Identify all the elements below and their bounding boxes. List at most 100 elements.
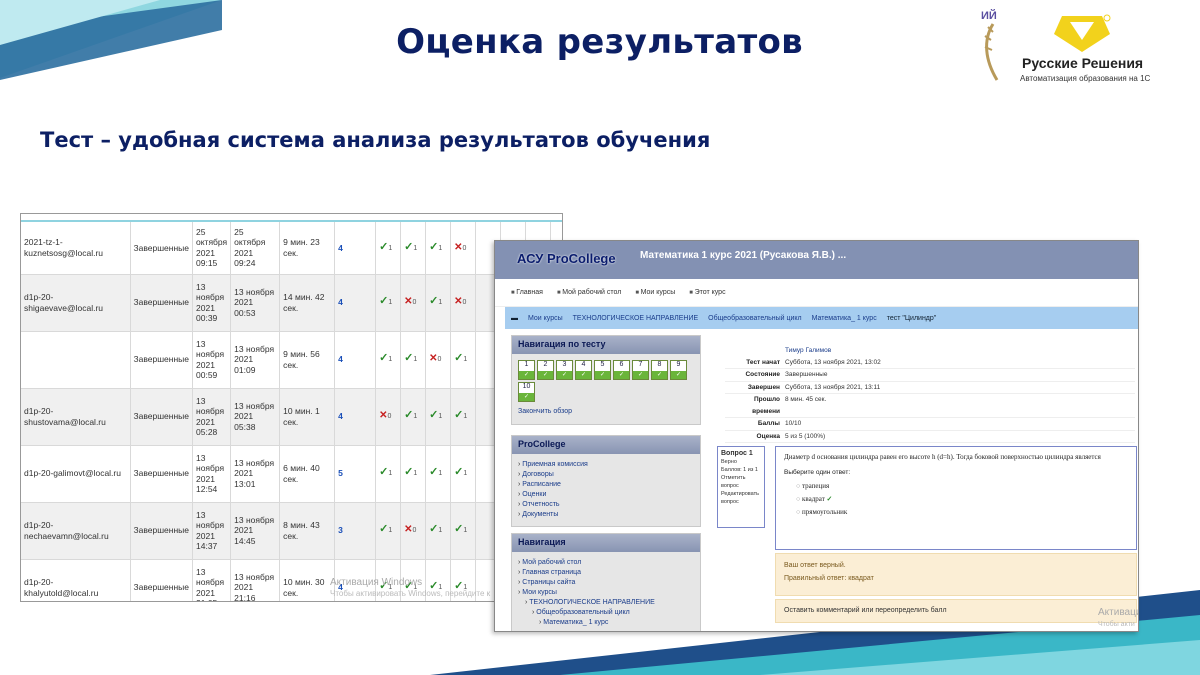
flag-question[interactable]: Отметить вопрос [721, 474, 761, 490]
student-email: d1p-20-khalyutold@local.ru [21, 559, 131, 601]
correct-mark-icon[interactable]: ✓1 [450, 502, 477, 560]
quiz-nav-button[interactable]: 3 [556, 360, 573, 380]
score-link[interactable]: 4 [334, 331, 377, 389]
edit-question[interactable]: Редактировать вопрос [721, 490, 761, 506]
attempt-duration: 9 мин. 56 сек. [279, 331, 336, 389]
procollege-item[interactable]: Отчетность [518, 500, 700, 510]
radio-icon[interactable]: ○ [796, 482, 800, 490]
breadcrumb-item[interactable]: ТЕХНОЛОГИЧЕСКОЕ НАПРАВЛЕНИЕ [573, 315, 699, 322]
navigation-item[interactable]: Общеобразовательный цикл [518, 608, 700, 618]
correct-mark-icon[interactable]: ✓1 [425, 445, 452, 503]
correct-mark-icon[interactable]: ✓1 [400, 222, 427, 275]
student-email: d1p-20-shustovama@local.ru [21, 388, 131, 446]
attempt-duration: 10 мин. 1 сек. [279, 388, 336, 446]
correct-mark-icon[interactable]: ✓1 [425, 222, 452, 275]
navigation-item[interactable]: ТЕХНОЛОГИЧЕСКОЕ НАПРАВЛЕНИЕ [518, 598, 700, 608]
score-link[interactable]: 4 [334, 388, 377, 446]
correct-mark-icon[interactable]: ✓1 [425, 502, 452, 560]
answer-option[interactable]: ○ квадрат ✓ [796, 493, 1128, 506]
procollege-item[interactable]: Оценки [518, 490, 700, 500]
breadcrumb-item[interactable]: Общеобразовательный цикл [708, 315, 801, 322]
breadcrumb-item[interactable]: Мои курсы [528, 315, 563, 322]
finish-review-link[interactable]: Закончить обзор [512, 402, 700, 415]
procollege-item[interactable]: Документы [518, 510, 700, 520]
score-link[interactable]: 4 [334, 222, 377, 275]
correct-mark-icon[interactable]: ✓1 [450, 331, 477, 389]
procollege-item[interactable]: Приемная комиссия [518, 460, 700, 470]
radio-icon[interactable]: ○ [796, 508, 800, 516]
navigation-item[interactable]: Главная страница [518, 568, 700, 578]
moodle-logo[interactable]: АСУ ProCollege [517, 251, 616, 266]
incorrect-mark-icon[interactable]: ✕0 [375, 388, 402, 446]
navigation-item[interactable]: Мои курсы [518, 588, 700, 598]
quiz-nav-button[interactable]: 1 [518, 360, 535, 380]
menu-dashboard[interactable]: Мой рабочий стол [557, 289, 621, 296]
answer-option[interactable]: ○ прямоугольник [796, 506, 1128, 519]
partner-logo: ИЙ [975, 10, 1005, 82]
incorrect-mark-icon[interactable]: ✕0 [425, 331, 452, 389]
option-label: прямоугольник [801, 508, 848, 516]
correct-mark-icon[interactable]: ✓1 [400, 331, 427, 389]
summary-value: 8 мин. 45 сек. [785, 396, 827, 403]
menu-this-course[interactable]: Этот курс [689, 289, 726, 296]
attempt-duration: 9 мин. 23 сек. [279, 222, 336, 275]
quiz-nav-button[interactable]: 2 [537, 360, 554, 380]
quiz-nav-button[interactable]: 8 [651, 360, 668, 380]
correct-mark-icon[interactable]: ✓1 [400, 388, 427, 446]
attempt-summary: Тимур Галимов Тест начат Суббота, 13 нояб… [725, 345, 1135, 443]
summary-row: Оценка 5 из 5 (100%) [725, 431, 1135, 443]
attempt-finished: 13 ноября 2021 14:45 [230, 502, 281, 560]
quiz-nav-button[interactable]: 5 [594, 360, 611, 380]
attempt-state: Завершенные [130, 559, 194, 601]
score-link[interactable]: 3 [334, 502, 377, 560]
correct-mark-icon[interactable]: ✓1 [400, 445, 427, 503]
menu-my-courses[interactable]: Мои курсы [635, 289, 676, 296]
correct-mark-icon[interactable]: ✓1 [375, 502, 402, 560]
menu-home[interactable]: Главная [511, 289, 543, 296]
correct-mark-icon[interactable]: ✓1 [375, 222, 402, 275]
summary-row: Прошло времени 8 мин. 45 сек. [725, 394, 1135, 418]
question-info: Вопрос 1 Верно Баллов: 1 из 1 Отметить в… [717, 446, 765, 528]
correct-mark-icon[interactable]: ✓1 [425, 388, 452, 446]
attempt-duration: 14 мин. 42 сек. [279, 274, 336, 332]
summary-label: Прошло времени [752, 396, 780, 415]
correct-mark-icon[interactable]: ✓1 [375, 445, 402, 503]
incorrect-mark-icon[interactable]: ✕0 [400, 274, 427, 332]
table-row: d1p-20-shustovama@local.ru Завершенные 13 … [21, 388, 552, 446]
quiz-nav-button[interactable]: 4 [575, 360, 592, 380]
correct-mark-icon[interactable]: ✓1 [425, 274, 452, 332]
student-email: d1p-20-nechaevamn@local.ru [21, 502, 131, 560]
summary-label: Состояние [745, 371, 780, 378]
quiz-nav-button[interactable]: 9 [670, 360, 687, 380]
score-link[interactable]: 5 [334, 445, 377, 503]
summary-label: Тест начат [746, 358, 780, 366]
quiz-nav-button[interactable]: 10 [518, 382, 535, 402]
summary-row: Состояние Завершенные [725, 369, 1135, 382]
user-name[interactable]: Тимур Галимов [785, 345, 831, 357]
correct-mark-icon[interactable]: ✓1 [375, 331, 402, 389]
attempt-started: 13 ноября 2021 21:05 [192, 559, 232, 601]
quiz-nav-button[interactable]: 6 [613, 360, 630, 380]
summary-value: Завершенные [785, 371, 828, 378]
breadcrumb-item[interactable]: Математика_ 1 курс [812, 315, 877, 322]
navigation-item[interactable]: Математика_ 1 курс [518, 618, 700, 628]
moodle-review-screenshot: АСУ ProCollege Математика 1 курс 2021 (Р… [494, 240, 1139, 632]
score-link[interactable]: 4 [334, 274, 377, 332]
answer-option[interactable]: ○ трапеция [796, 480, 1128, 493]
radio-icon[interactable]: ○ [796, 495, 800, 503]
brand-hexagon-icon [1054, 14, 1111, 52]
comment-link[interactable]: Оставить комментарий или переопределить … [775, 599, 1137, 623]
procollege-item[interactable]: Договоры [518, 470, 700, 480]
attempt-state: Завершенные [130, 502, 194, 560]
correct-mark-icon[interactable]: ✓1 [450, 388, 477, 446]
summary-value: 10/10 [785, 420, 802, 427]
quiz-nav-button[interactable]: 7 [632, 360, 649, 380]
navigation-item[interactable]: Страницы сайта [518, 578, 700, 588]
incorrect-mark-icon[interactable]: ✕0 [450, 274, 477, 332]
correct-mark-icon[interactable]: ✓1 [375, 274, 402, 332]
correct-mark-icon[interactable]: ✓1 [450, 445, 477, 503]
incorrect-mark-icon[interactable]: ✕0 [450, 222, 477, 275]
navigation-item[interactable]: Мой рабочий стол [518, 558, 700, 568]
procollege-item[interactable]: Расписание [518, 480, 700, 490]
incorrect-mark-icon[interactable]: ✕0 [400, 502, 427, 560]
